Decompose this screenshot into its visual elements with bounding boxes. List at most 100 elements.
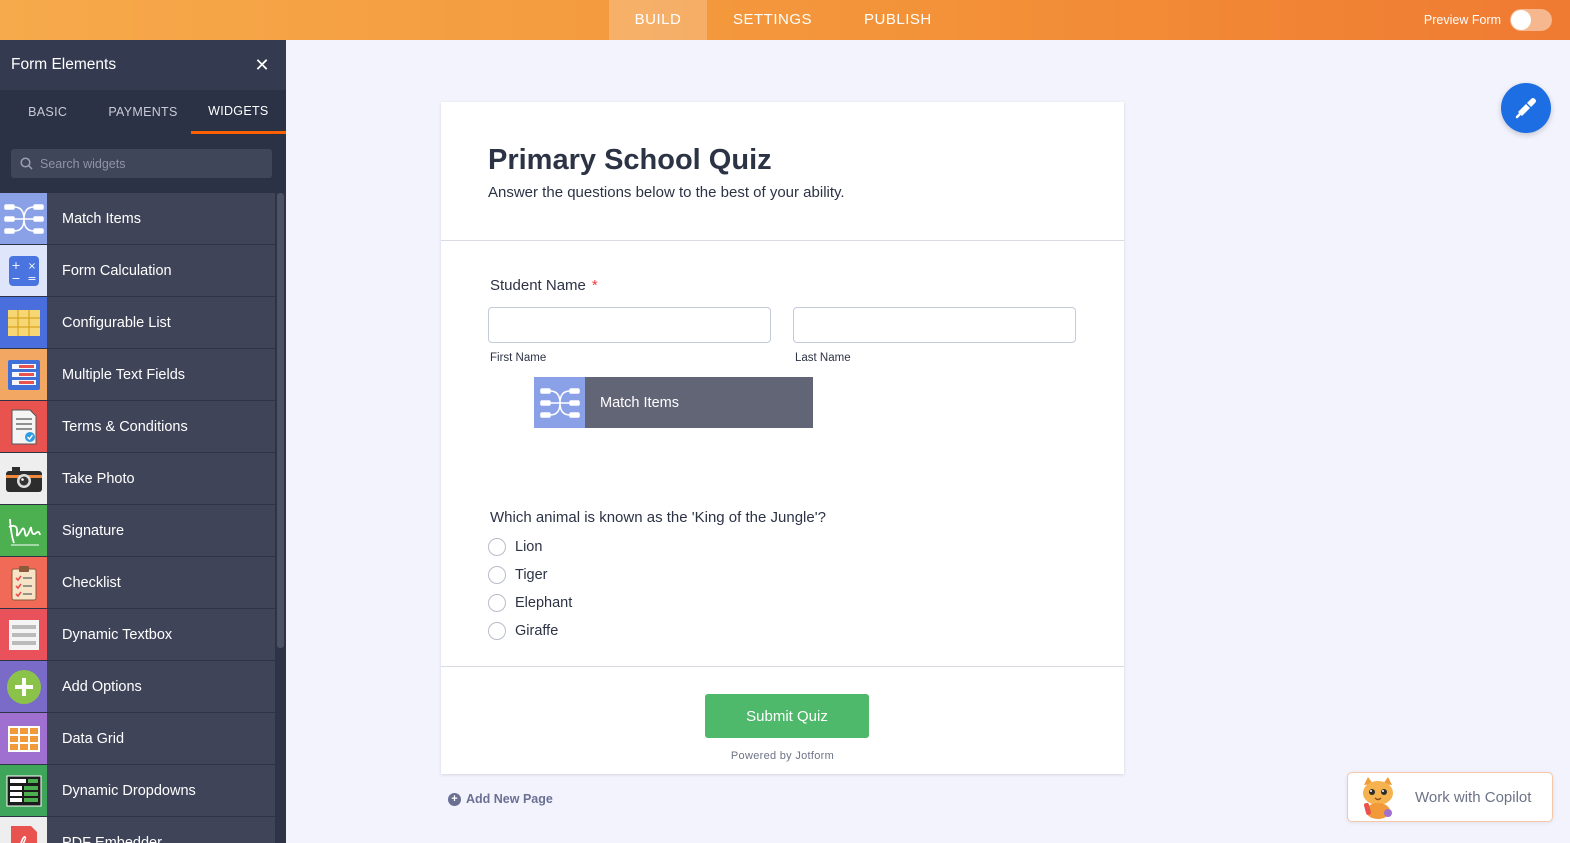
question-label[interactable]: Which animal is known as the 'King of th… [490,509,826,526]
svg-text:=: = [27,272,36,285]
preview-form-control: Preview Form [1424,0,1552,40]
dynamic-textbox-icon [0,609,47,660]
student-name-label[interactable]: Student Name * [490,277,598,294]
student-name-text: Student Name [490,277,586,294]
panel-tabs: BASIC PAYMENTS WIDGETS [0,90,286,134]
tab-publish[interactable]: PUBLISH [838,0,958,40]
first-name-sublabel: First Name [490,352,547,364]
plus-circle-icon: + [448,792,461,806]
widget-signature[interactable]: Signature [0,505,275,557]
svg-text:×: × [27,261,35,272]
widget-label: Take Photo [62,470,135,487]
required-asterisk: * [591,277,598,294]
camera-icon [0,453,47,504]
footer-divider [441,666,1124,667]
option-label: Elephant [515,595,573,611]
widget-add-options[interactable]: Add Options [0,661,275,713]
panel-scrollbar[interactable] [275,193,286,843]
option-giraffe[interactable]: Giraffe [488,622,558,640]
calculator-icon: + × − = [0,245,47,296]
submit-quiz-button[interactable]: Submit Quiz [705,694,869,738]
form-card: Primary School Quiz Answer the questions… [441,102,1124,774]
terms-document-icon [0,401,47,452]
last-name-sublabel: Last Name [795,352,851,364]
option-label: Giraffe [515,623,559,639]
widget-configurable-list[interactable]: Configurable List [0,297,275,349]
widget-pdf-embedder[interactable]: PDF Embedder [0,817,275,843]
radio-button[interactable] [488,566,506,584]
svg-text:−: − [11,272,20,285]
search-container [0,134,286,193]
panel-header: Form Elements ✕ [0,40,286,90]
configurable-list-icon [0,297,47,348]
widget-label: Add Options [62,678,142,695]
powered-by-text: Powered by Jotform [730,750,835,762]
option-tiger[interactable]: Tiger [488,566,548,584]
radio-button[interactable] [488,622,506,640]
widget-label: Checklist [62,574,121,591]
data-grid-icon [0,713,47,764]
dragging-widget-label: Match Items [600,394,679,411]
radio-button[interactable] [488,594,506,612]
work-with-copilot-button[interactable]: Work with Copilot [1347,772,1553,822]
checklist-icon [0,557,47,608]
preview-form-label: Preview Form [1423,13,1501,27]
widget-label: Form Calculation [62,262,172,279]
widget-terms-conditions[interactable]: Terms & Conditions [0,401,275,453]
widget-multiple-text-fields[interactable]: Multiple Text Fields [0,349,275,401]
form-elements-panel: Form Elements ✕ BASIC PAYMENTS WIDGETS M… [0,40,286,843]
add-new-page-label: Add New Page [466,792,553,806]
widget-form-calculation[interactable]: + × − = Form Calculation [0,245,275,297]
panel-title: Form Elements [11,56,117,73]
form-subtitle[interactable]: Answer the questions below to the best o… [488,184,845,201]
widget-label: Match Items [62,210,141,227]
tab-build[interactable]: BUILD [609,0,707,40]
option-elephant[interactable]: Elephant [488,594,572,612]
tab-payments[interactable]: PAYMENTS [95,90,190,134]
scrollbar-thumb[interactable] [277,193,284,648]
form-title[interactable]: Primary School Quiz [488,144,772,177]
widget-label: Multiple Text Fields [62,366,186,383]
option-label: Lion [515,539,543,555]
dragging-widget-match-items[interactable]: Match Items [534,377,813,428]
widget-checklist[interactable]: Checklist [0,557,275,609]
svg-text:+: + [11,259,20,272]
toggle-knob [1511,10,1531,30]
widget-label: Terms & Conditions [62,418,188,435]
widget-label: Data Grid [62,730,125,747]
header-divider [441,240,1124,241]
search-box [11,149,272,178]
option-lion[interactable]: Lion [488,538,542,556]
widget-label: PDF Embedder [62,834,162,843]
widget-dynamic-textbox[interactable]: Dynamic Textbox [0,609,275,661]
tab-basic[interactable]: BASIC [0,90,95,134]
search-widgets-input[interactable] [40,156,260,171]
match-items-icon [534,377,585,428]
radio-button[interactable] [488,538,506,556]
widget-list: Match Items + × − = Form Calculation Config… [0,193,275,843]
signature-icon [0,505,47,556]
widget-match-items[interactable]: Match Items [0,193,275,245]
preview-form-toggle[interactable] [1510,9,1552,31]
widget-label: Dynamic Dropdowns [62,782,196,799]
widget-label: Signature [62,522,125,539]
copilot-label: Work with Copilot [1415,788,1532,806]
paint-roller-icon [1515,98,1536,119]
tab-widgets[interactable]: WIDGETS [190,90,286,134]
builder-nav: BUILD SETTINGS PUBLISH [609,0,958,40]
close-icon[interactable]: ✕ [252,55,272,76]
widget-label: Configurable List [62,314,171,331]
tab-settings[interactable]: SETTINGS [707,0,838,40]
widget-data-grid[interactable]: Data Grid [0,713,275,765]
widget-take-photo[interactable]: Take Photo [0,453,275,505]
multiple-text-fields-icon [0,349,47,400]
last-name-input[interactable] [793,307,1076,343]
pdf-icon [0,817,47,843]
first-name-input[interactable] [488,307,771,343]
widget-dynamic-dropdowns[interactable]: Dynamic Dropdowns [0,765,275,817]
add-options-icon [0,661,47,712]
option-label: Tiger [515,567,548,583]
form-designer-button[interactable] [1501,83,1551,133]
match-items-icon [0,193,47,244]
add-new-page-button[interactable]: + Add New Page [448,792,553,806]
